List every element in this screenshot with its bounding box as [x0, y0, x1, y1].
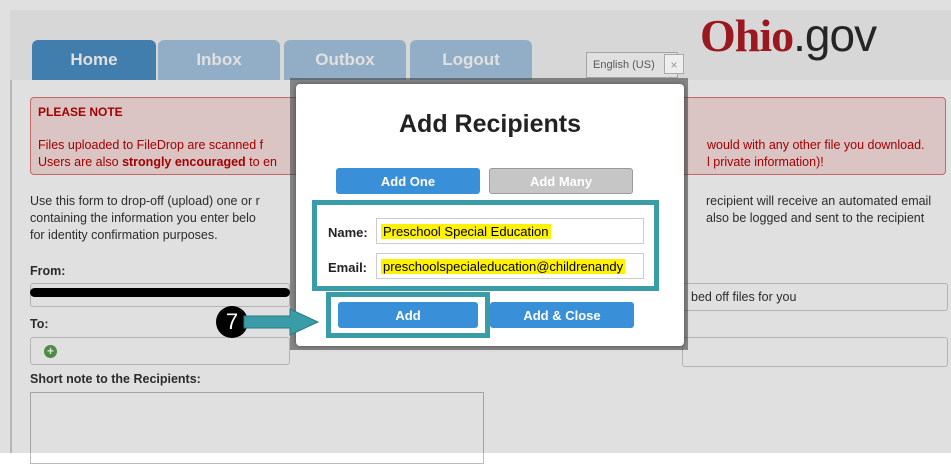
email-label: Email:	[328, 260, 368, 275]
name-input[interactable]: Preschool Special Education	[376, 218, 644, 244]
add-recipients-dialog: Add Recipients Add One Add Many Name: Pr…	[296, 84, 684, 346]
close-icon[interactable]: ×	[664, 54, 684, 74]
name-label: Name:	[328, 225, 368, 240]
pointer-arrow-icon	[243, 308, 320, 336]
add-close-button[interactable]: Add & Close	[490, 302, 634, 328]
dialog-title: Add Recipients	[399, 110, 581, 138]
add-button[interactable]: Add	[338, 302, 478, 328]
add-one-button[interactable]: Add One	[336, 168, 480, 194]
add-many-button[interactable]: Add Many	[489, 168, 633, 194]
email-input[interactable]: preschoolspecialeducation@childrenandy	[376, 253, 644, 279]
